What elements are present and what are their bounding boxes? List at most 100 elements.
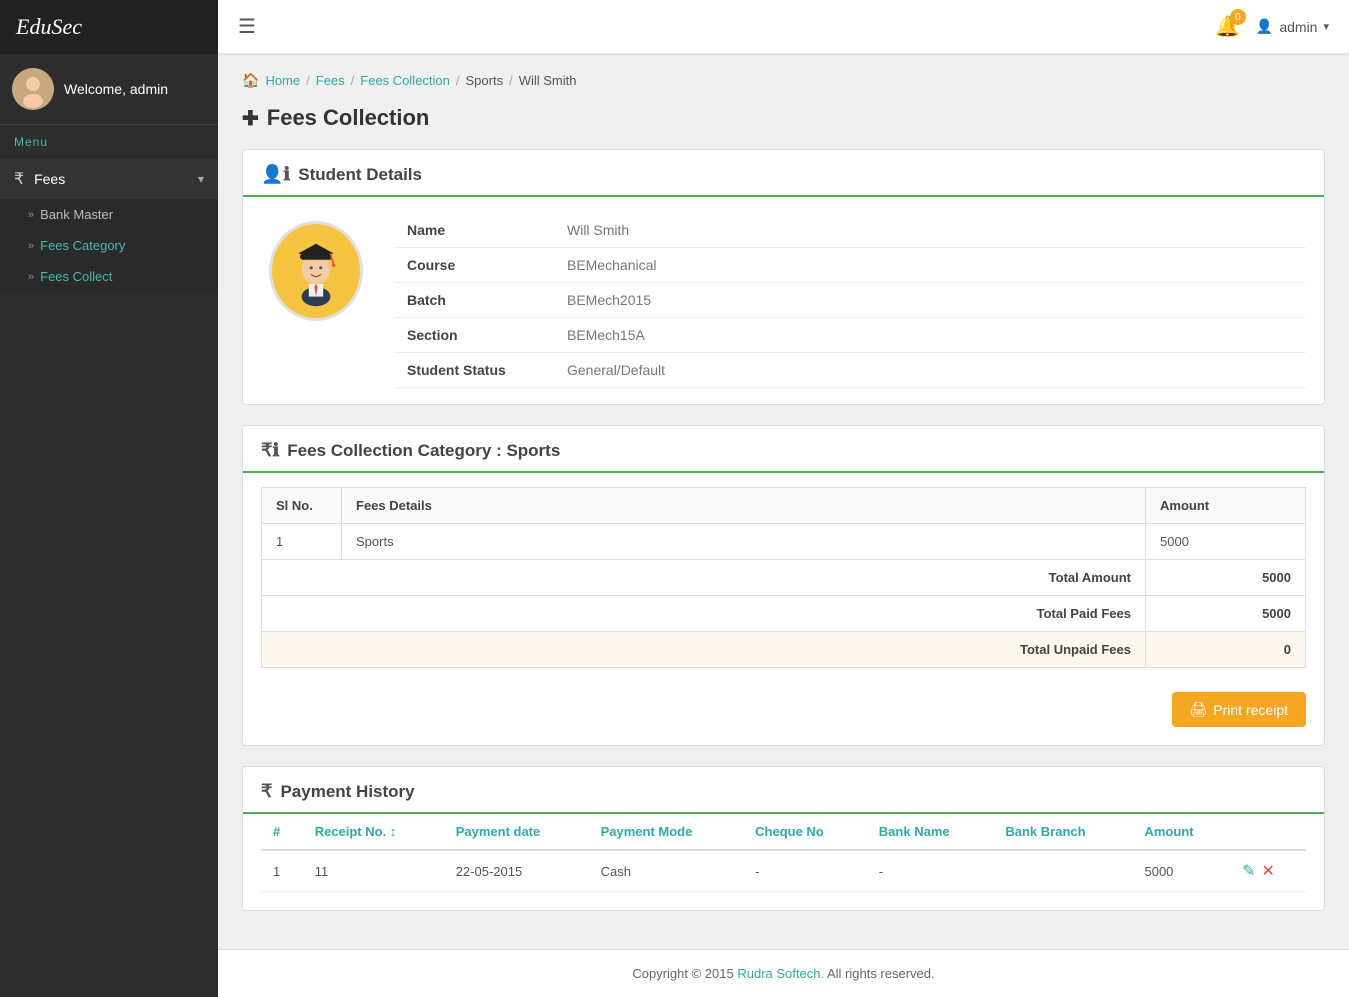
breadcrumb-fees[interactable]: Fees [316,73,345,88]
home-icon: 🏠 [242,72,259,89]
admin-user-menu[interactable]: 👤 admin ▾ [1256,18,1329,35]
breadcrumb-sports: Sports [466,73,504,88]
sep4: / [509,73,513,88]
student-info-row: CourseBEMechanical [395,248,1306,283]
total-amount-row: Total Amount 5000 [262,560,1306,596]
fees-sub-menu: » Bank Master » Fees Category » Fees Col… [0,199,218,292]
chevron-icon: ▾ [198,172,204,186]
payment-table: # Receipt No. ↕ Payment date Payment Mod… [261,814,1306,892]
ph-col-cheque: Cheque No [743,814,867,850]
printer-icon: 🖨 [1190,701,1208,718]
footer: Copyright © 2015 Rudra Softech. All righ… [218,949,1349,997]
ph-col-branch: Bank Branch [993,814,1132,850]
fees-category-title: Fees Collection Category : Sports [287,441,560,461]
sep2: / [351,73,355,88]
fees-section: ₹ Fees ▾ » Bank Master » Fees Category »… [0,159,218,292]
student-field-value: General/Default [555,353,1306,388]
sidebar-username: Welcome, admin [64,81,168,97]
footer-company-link[interactable]: Rudra Softech. [737,966,824,981]
breadcrumb: 🏠 Home / Fees / Fees Collection / Sports… [242,72,1325,89]
ph-actions: ✎ ✕ [1230,850,1306,892]
total-paid-value: 5000 [1146,596,1306,632]
print-btn-label: Print receipt [1213,702,1288,718]
delete-payment-button[interactable]: ✕ [1261,861,1274,881]
student-details-card: 👤ℹ Student Details [242,149,1325,405]
total-paid-row: Total Paid Fees 5000 [262,596,1306,632]
fees-collect-label: Fees Collect [40,269,112,284]
menu-label: Menu [0,125,218,159]
student-avatar-image [276,231,356,311]
student-info-row: NameWill Smith [395,213,1306,248]
notification-bell[interactable]: 🔔 0 [1215,14,1240,39]
student-field-label: Section [395,318,555,353]
sep1: / [306,73,310,88]
total-paid-label: Total Paid Fees [262,596,1146,632]
student-field-value: BEMech15A [555,318,1306,353]
student-field-label: Name [395,213,555,248]
caret-icon: ▾ [1323,20,1329,33]
fees-category-header: ₹ℹ Fees Collection Category : Sports [243,426,1324,473]
ph-col-date: Payment date [444,814,589,850]
payment-history-title: Payment History [280,782,414,802]
page-title: ✚ Fees Collection [242,105,1325,131]
topnav-right: 🔔 0 👤 admin ▾ [1215,14,1329,39]
breadcrumb-home[interactable]: Home [265,73,300,88]
ph-num: 1 [261,850,303,892]
fees-table-wrap: Sl No. Fees Details Amount 1Sports5000 T… [243,473,1324,682]
student-section-title: Student Details [298,165,422,185]
ph-bank-branch [993,850,1132,892]
ph-col-bank: Bank Name [867,814,994,850]
fees-col-amount: Amount [1146,488,1306,524]
fees-sl: 1 [262,524,342,560]
admin-label: admin [1279,19,1317,35]
fees-col-sl: Sl No. [262,488,342,524]
total-amount-label: Total Amount [262,560,1146,596]
total-unpaid-value: 0 [1146,632,1306,668]
footer-text: Copyright © 2015 [632,966,737,981]
plus-icon: ✚ [242,106,259,131]
page-content: 🏠 Home / Fees / Fees Collection / Sports… [218,54,1349,949]
ph-col-receipt[interactable]: Receipt No. ↕ [303,814,444,850]
student-field-label: Course [395,248,555,283]
sidebar-item-fees-category[interactable]: » Fees Category [0,230,218,261]
print-receipt-button[interactable]: 🖨 Print receipt [1172,692,1306,727]
ph-payment-date: 22-05-2015 [444,850,589,892]
student-field-label: Student Status [395,353,555,388]
fees-menu-toggle[interactable]: ₹ Fees ▾ [0,159,218,199]
student-details-grid: NameWill SmithCourseBEMechanicalBatchBEM… [261,213,1306,388]
ph-payment-mode: Cash [589,850,744,892]
arrow-icon: » [28,240,34,252]
fees-col-details: Fees Details [342,488,1146,524]
breadcrumb-will-smith: Will Smith [519,73,577,88]
student-card-body: NameWill SmithCourseBEMechanicalBatchBEM… [243,197,1324,404]
topnav: ☰ 🔔 0 👤 admin ▾ [218,0,1349,54]
student-field-label: Batch [395,283,555,318]
app-logo: EduSec [0,0,218,54]
action-buttons: ✎ ✕ [1242,861,1294,881]
student-field-value: Will Smith [555,213,1306,248]
edit-payment-button[interactable]: ✎ [1242,861,1255,881]
sidebar-item-bank-master[interactable]: » Bank Master [0,199,218,230]
fees-label: Fees [34,171,65,187]
student-field-value: BEMech2015 [555,283,1306,318]
total-amount-value: 5000 [1146,560,1306,596]
student-info-row: SectionBEMech15A [395,318,1306,353]
avatar [12,68,54,110]
ph-col-amount: Amount [1132,814,1230,850]
ph-bank-name: - [867,850,994,892]
ph-amount: 5000 [1132,850,1230,892]
fees-category-label: Fees Category [40,238,125,253]
student-info-table: NameWill SmithCourseBEMechanicalBatchBEM… [395,213,1306,388]
sidebar-user: Welcome, admin [0,54,218,125]
fees-table-row: 1Sports5000 [262,524,1306,560]
payment-history-header: ₹ Payment History [243,767,1324,814]
sidebar-item-fees-collect[interactable]: » Fees Collect [0,261,218,292]
hamburger-icon[interactable]: ☰ [238,14,256,39]
main-content: ☰ 🔔 0 👤 admin ▾ 🏠 Home / Fees / Fees Col… [218,0,1349,997]
page-title-text: Fees Collection [267,105,430,131]
payment-table-row: 1 11 22-05-2015 Cash - - 5000 ✎ ✕ [261,850,1306,892]
rupee-icon: ₹ [14,171,24,188]
payment-table-header-row: # Receipt No. ↕ Payment date Payment Mod… [261,814,1306,850]
breadcrumb-fees-collection[interactable]: Fees Collection [360,73,450,88]
total-unpaid-label: Total Unpaid Fees [262,632,1146,668]
